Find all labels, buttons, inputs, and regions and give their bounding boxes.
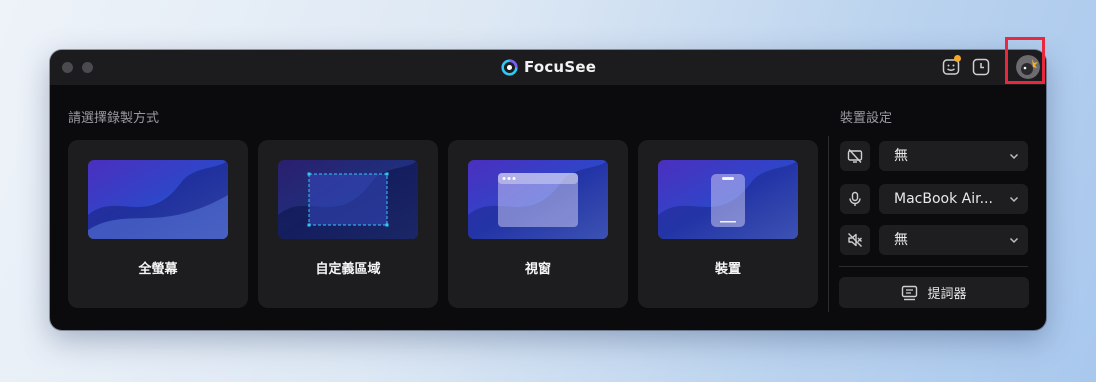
- focusee-logo-icon: [501, 58, 518, 76]
- microphone-icon: [849, 191, 861, 206]
- history-icon[interactable]: [972, 58, 990, 76]
- custom-area-thumbnail: [278, 160, 418, 239]
- record-custom-area-card[interactable]: 自定義區域: [258, 140, 438, 308]
- fullscreen-label: 全螢幕: [138, 262, 178, 277]
- camera-select[interactable]: 無: [879, 141, 1028, 171]
- microphone-value: MacBook Air...: [894, 191, 993, 207]
- app-window: FocuSee 請選擇錄製方式 全螢幕 自定義區域 視窗 裝置 裝置設定 無 M…: [50, 50, 1046, 330]
- close-window-button[interactable]: [62, 62, 73, 73]
- title-bar: FocuSee: [50, 50, 1046, 85]
- app-title: FocuSee: [524, 58, 597, 76]
- system-audio-value: 無: [894, 232, 908, 248]
- teleprompter-icon: [902, 285, 918, 300]
- system-audio-select[interactable]: 無: [879, 225, 1028, 255]
- teleprompter-label: 提詞器: [927, 287, 967, 302]
- record-device-card[interactable]: 裝置: [638, 140, 818, 308]
- custom-area-label: 自定義區域: [315, 262, 381, 277]
- fullscreen-thumbnail: [88, 160, 228, 239]
- window-thumbnail: [468, 160, 608, 239]
- chevron-down-icon: [1009, 153, 1019, 160]
- recording-heading: 請選擇錄製方式: [68, 111, 160, 126]
- chevron-down-icon: [1009, 196, 1019, 203]
- minimize-window-button[interactable]: [82, 62, 93, 73]
- section-divider: [828, 136, 829, 312]
- chevron-down-icon: [1009, 237, 1019, 244]
- teleprompter-button[interactable]: 提詞器: [839, 277, 1029, 308]
- speaker-muted-icon: [848, 233, 862, 247]
- microphone-toggle-button[interactable]: [840, 184, 870, 214]
- microphone-select[interactable]: MacBook Air...: [879, 184, 1028, 214]
- record-fullscreen-card[interactable]: 全螢幕: [68, 140, 248, 308]
- system-audio-toggle-button[interactable]: [840, 225, 870, 255]
- camera-value: 無: [894, 148, 908, 164]
- notification-badge: [954, 55, 961, 62]
- device-thumbnail: [658, 160, 798, 239]
- device-settings-heading: 裝置設定: [840, 111, 893, 126]
- settings-divider: [839, 266, 1028, 267]
- app-brand: FocuSee: [501, 56, 596, 78]
- record-window-card[interactable]: 視窗: [448, 140, 628, 308]
- device-label: 裝置: [714, 262, 741, 277]
- camera-off-icon: [847, 149, 863, 163]
- camera-toggle-button[interactable]: [840, 141, 870, 171]
- window-label: 視窗: [524, 262, 551, 277]
- highlight-box: [1005, 37, 1045, 84]
